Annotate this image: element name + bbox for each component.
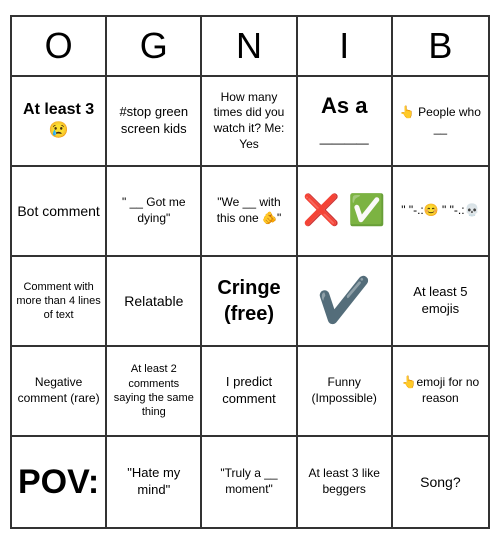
- header-letter: G: [107, 17, 202, 75]
- bingo-cell-r1c4: As a ____: [298, 77, 393, 167]
- bingo-cell-r4c2: At least 2 comments saying the same thin…: [107, 347, 202, 437]
- bingo-cell-r5c5: Song?: [393, 437, 488, 527]
- bingo-cell-r1c5: 👆 People who __: [393, 77, 488, 167]
- bingo-card: OGNIB At least 3 😢#stop green screen kid…: [10, 15, 490, 529]
- bingo-cell-r4c1: Negative comment (rare): [12, 347, 107, 437]
- bingo-cell-r1c2: #stop green screen kids: [107, 77, 202, 167]
- bingo-cell-r1c3: How many times did you watch it? Me: Yes: [202, 77, 297, 167]
- bingo-cell-r3c1: Comment with more than 4 lines of text: [12, 257, 107, 347]
- bingo-grid: At least 3 😢#stop green screen kidsHow m…: [12, 77, 488, 527]
- bingo-cell-r3c4: ✔️: [298, 257, 393, 347]
- bingo-cell-r5c1: POV:: [12, 437, 107, 527]
- bingo-cell-r2c2: " __ Got me dying": [107, 167, 202, 257]
- bingo-cell-r5c4: At least 3 like beggers: [298, 437, 393, 527]
- bingo-cell-r3c5: At least 5 emojis: [393, 257, 488, 347]
- bingo-cell-r3c2: Relatable: [107, 257, 202, 347]
- bingo-cell-r3c3: Cringe (free): [202, 257, 297, 347]
- bingo-cell-r5c2: "Hate my mind": [107, 437, 202, 527]
- bingo-cell-r4c4: Funny (Impossible): [298, 347, 393, 437]
- bingo-cell-r4c3: I predict comment: [202, 347, 297, 437]
- bingo-cell-r1c1: At least 3 😢: [12, 77, 107, 167]
- bingo-cell-r4c5: 👆emoji for no reason: [393, 347, 488, 437]
- bingo-header: OGNIB: [12, 17, 488, 77]
- bingo-cell-r2c3: "We __ with this one 🫵": [202, 167, 297, 257]
- bingo-cell-r2c5: " "-.:😊 " "-.:💀: [393, 167, 488, 257]
- header-letter: O: [12, 17, 107, 75]
- bingo-cell-r5c3: "Truly a __ moment": [202, 437, 297, 527]
- bingo-cell-r2c4: ❌ ✅: [298, 167, 393, 257]
- header-letter: I: [298, 17, 393, 75]
- header-letter: B: [393, 17, 488, 75]
- header-letter: N: [202, 17, 297, 75]
- bingo-cell-r2c1: Bot comment: [12, 167, 107, 257]
